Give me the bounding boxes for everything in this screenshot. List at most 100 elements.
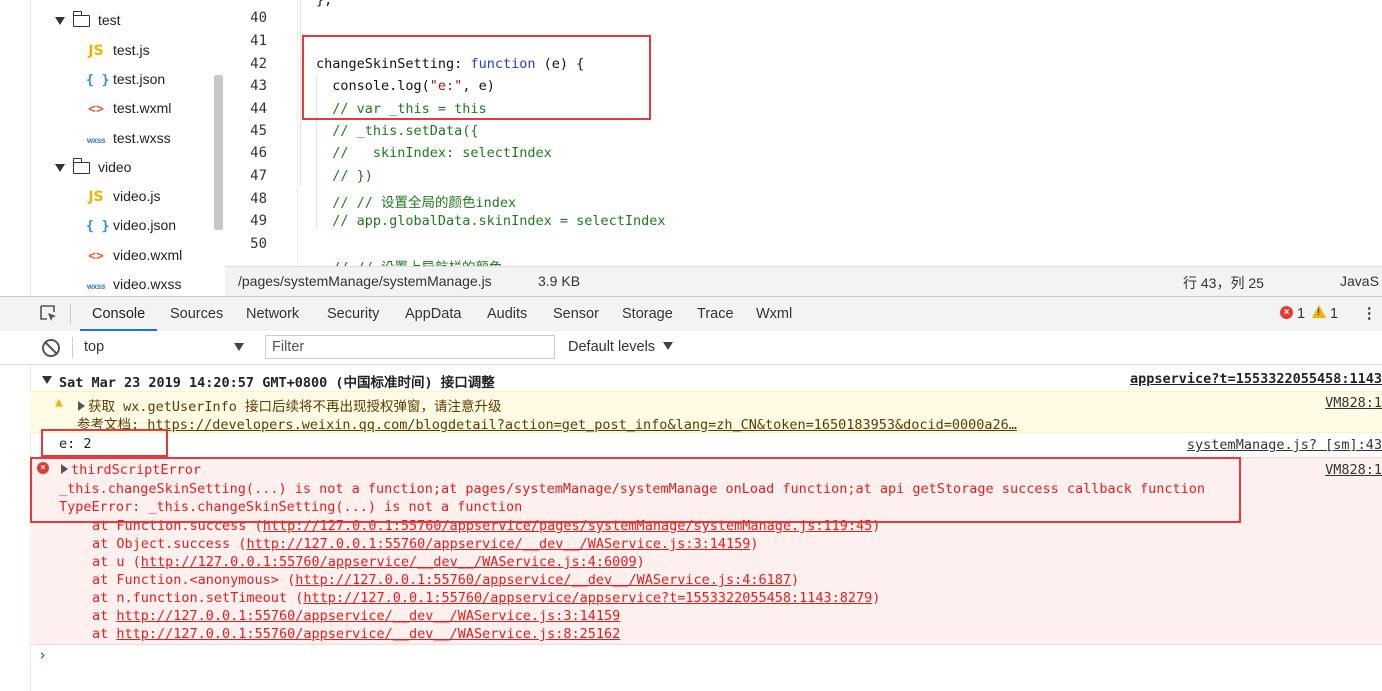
- error-count-icon[interactable]: ×: [1280, 306, 1293, 319]
- stack-frame-link[interactable]: http://127.0.0.1:55760/appservice/__dev_…: [116, 608, 620, 624]
- wxss-file-icon: wxss: [86, 136, 106, 145]
- editor-statusbar: /pages/systemManage/systemManage.js 3.9 …: [225, 266, 1382, 296]
- gutter-divider: [297, 0, 298, 266]
- tree-file-video-json[interactable]: { } video.json: [86, 212, 176, 238]
- indent-guide: [300, 0, 301, 186]
- stack-frame-link[interactable]: http://127.0.0.1:55760/appservice/__dev_…: [116, 626, 620, 642]
- tab-network[interactable]: Network: [246, 297, 299, 331]
- code-line-48: // // 设置全局的颜色index: [316, 195, 517, 211]
- group-title: Sat Mar 23 2019 14:20:57 GMT+0800 (中国标准时…: [59, 375, 495, 391]
- wxml-file-icon: <>: [88, 102, 104, 117]
- tree-file-video-wxml[interactable]: <> video.wxml: [86, 242, 182, 268]
- language-mode[interactable]: JavaS: [1340, 273, 1379, 289]
- expand-triangle-icon[interactable]: [55, 17, 65, 26]
- tree-item-label: video.wxss: [113, 276, 182, 292]
- stack-frame-link[interactable]: http://127.0.0.1:55760/appservice/__dev_…: [246, 536, 750, 552]
- console-output: Sat Mar 23 2019 14:20:57 GMT+0800 (中国标准时…: [30, 365, 1382, 691]
- warning-line1[interactable]: 获取 wx.getUserInfo 接口后续将不再出现授权弹窗，请注意升级: [78, 395, 502, 415]
- tree-scrollbar[interactable]: [214, 75, 223, 230]
- stack-frame: at n.function.setTimeout (http://127.0.0…: [92, 589, 880, 607]
- tree-folder-test[interactable]: test: [55, 7, 121, 33]
- log-source-link[interactable]: systemManage.js? [sm]:43: [1187, 437, 1382, 453]
- stack-frame-suffix: ): [872, 590, 881, 606]
- stack-frame-prefix: at Function.<anonymous> (: [92, 572, 296, 588]
- toolbar-separator: [72, 337, 73, 358]
- console-group-header[interactable]: Sat Mar 23 2019 14:20:57 GMT+0800 (中国标准时…: [30, 371, 1382, 391]
- warning-doc-link[interactable]: https://developers.weixin.qq.com/blogdet…: [147, 417, 1017, 433]
- code-line-49: // app.globalData.skinIndex = selectInde…: [316, 213, 666, 229]
- warning-count-icon[interactable]: !: [1312, 305, 1326, 318]
- tab-trace[interactable]: Trace: [697, 297, 734, 331]
- stack-frame-link[interactable]: http://127.0.0.1:55760/appservice/appser…: [303, 590, 872, 606]
- cursor-position[interactable]: 行 43，列 25: [1183, 273, 1264, 293]
- tab-appdata[interactable]: AppData: [405, 297, 461, 331]
- tab-console[interactable]: Console: [80, 297, 158, 331]
- tab-audits[interactable]: Audits: [487, 297, 527, 331]
- console-log-message: e: 2 systemManage.js? [sm]:43: [30, 433, 1382, 455]
- tree-file-test-wxml[interactable]: <> test.wxml: [86, 95, 171, 121]
- clear-console-icon[interactable]: [42, 339, 60, 357]
- expand-triangle-icon[interactable]: [55, 164, 65, 173]
- json-file-icon: { }: [86, 73, 110, 88]
- line-number: 50: [250, 236, 267, 252]
- stack-frame-link[interactable]: http://127.0.0.1:55760/appservice/__dev_…: [141, 554, 637, 570]
- tree-item-label: video: [98, 159, 132, 175]
- error-count[interactable]: 1: [1297, 297, 1305, 331]
- stack-frame: at Object.success (http://127.0.0.1:5576…: [92, 535, 880, 553]
- group-source-link[interactable]: appservice?t=1553322055458:1143: [1130, 371, 1382, 387]
- line-number: 43: [250, 78, 267, 94]
- tree-file-test-js[interactable]: JS test.js: [86, 37, 149, 63]
- tab-sensor[interactable]: Sensor: [553, 297, 599, 331]
- stack-frame-suffix: ): [750, 536, 759, 552]
- console-gutter: [0, 365, 31, 691]
- folder-open-icon: [72, 11, 90, 28]
- tree-file-test-json[interactable]: { } test.json: [86, 66, 165, 92]
- file-path: /pages/systemManage/systemManage.js: [238, 273, 492, 289]
- chevron-down-icon[interactable]: [663, 342, 673, 350]
- warning-icon: ▲: [55, 395, 63, 410]
- console-prompt[interactable]: ›: [30, 646, 1382, 668]
- inspect-element-icon[interactable]: [40, 305, 57, 322]
- wxss-file-icon: wxss: [86, 282, 106, 291]
- tree-item-label: video.wxml: [113, 247, 183, 263]
- stack-frame-prefix: at n.function.setTimeout (: [92, 590, 304, 606]
- folder-open-icon: [72, 158, 90, 175]
- tree-folder-video[interactable]: video: [55, 154, 131, 180]
- js-file-icon: JS: [88, 189, 104, 205]
- tab-wxml[interactable]: Wxml: [756, 297, 792, 331]
- stack-frame-suffix: ): [791, 572, 800, 588]
- error-source-link[interactable]: VM828:1: [1325, 462, 1382, 478]
- code-editor[interactable]: }, 40 41 42 43 44 45 46 47 48 49 50 chan…: [225, 0, 1382, 266]
- tree-file-video-js[interactable]: JS video.js: [86, 183, 160, 209]
- line-number: 45: [250, 123, 267, 139]
- tree-item-label: test.wxss: [113, 130, 171, 146]
- devtools-tabbar: Console Sources Network Security AppData…: [0, 296, 1382, 332]
- code-line-51-partial: // // 设置上导航栏的颜色: [316, 256, 502, 266]
- stack-frame-link[interactable]: http://127.0.0.1:55760/appservice/__dev_…: [295, 572, 791, 588]
- warning-count[interactable]: 1: [1330, 297, 1338, 331]
- stack-frame-prefix: at Object.success (: [92, 536, 247, 552]
- warning-source-link[interactable]: VM828:1: [1325, 395, 1382, 411]
- code-line-partial: },: [316, 0, 333, 8]
- file-tree: test JS test.js { } test.json <> test.wxml …: [0, 0, 224, 296]
- tree-item-label: test.wxml: [113, 100, 172, 116]
- annotation-box-log: [41, 429, 168, 457]
- filter-input[interactable]: [265, 335, 555, 359]
- log-levels-select[interactable]: Default levels: [568, 339, 655, 355]
- tree-file-test-wxss[interactable]: wxss test.wxss: [86, 125, 171, 151]
- line-number: 42: [250, 56, 267, 72]
- more-options-icon[interactable]: ⋮: [1362, 297, 1377, 331]
- tab-security[interactable]: Security: [327, 297, 379, 331]
- tree-file-video-wxss[interactable]: wxss video.wxss: [86, 271, 182, 296]
- chevron-down-icon[interactable]: [234, 343, 244, 351]
- expand-triangle-icon[interactable]: [78, 401, 85, 411]
- tab-sources[interactable]: Sources: [170, 297, 223, 331]
- stack-frame: at http://127.0.0.1:55760/appservice/__d…: [92, 625, 880, 643]
- code-line-45: // _this.setData({: [316, 123, 479, 139]
- tree-item-label: video.json: [113, 217, 177, 233]
- collapse-triangle-icon[interactable]: [42, 376, 52, 384]
- prompt-chevron-icon: ›: [38, 646, 48, 664]
- tab-storage[interactable]: Storage: [622, 297, 673, 331]
- context-select[interactable]: top: [84, 339, 104, 355]
- stack-frame: at u (http://127.0.0.1:55760/appservice/…: [92, 553, 880, 571]
